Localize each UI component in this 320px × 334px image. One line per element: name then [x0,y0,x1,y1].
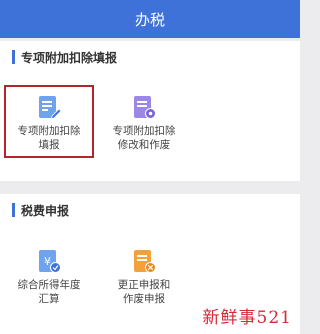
section-accent-bar [12,50,15,64]
section-header: 专项附加扣除填报 [12,49,117,65]
svg-text:¥: ¥ [44,255,51,268]
tax-yuan-icon: ¥ [39,250,61,273]
tile-label-line1: 更正申报和 [117,279,171,291]
section-header: 税费申报 [12,202,69,218]
page-title: 办税 [134,10,165,29]
annual-reconciliation-button[interactable]: ¥ 综合所得年度 汇算 [4,242,94,310]
tile-label-line2: 汇算 [38,293,60,305]
section-special-deduction: 专项附加扣除填报 专项附加扣除 填报 专项附加扣除 修改和作废 [0,41,300,181]
correction-icon [134,250,156,273]
section-title: 专项附加扣除填报 [21,50,118,65]
tile-label-line2: 作废申报 [123,293,165,305]
section-title: 税费申报 [21,203,70,218]
top-bar: 办税 [0,0,300,38]
tile-label-line1: 综合所得年度 [17,279,81,291]
deduction-modify-button[interactable]: 专项附加扣除 修改和作废 [99,88,189,156]
tile-label-line2: 修改和作废 [117,139,171,151]
correction-filing-button[interactable]: 更正申报和 作废申报 [99,242,189,310]
section-accent-bar [12,203,15,217]
selection-highlight-box [4,85,94,158]
tile-label-line1: 专项附加扣除 [112,125,176,137]
watermark-text: 新鲜事521 [202,308,292,328]
form-settings-icon [134,96,156,119]
